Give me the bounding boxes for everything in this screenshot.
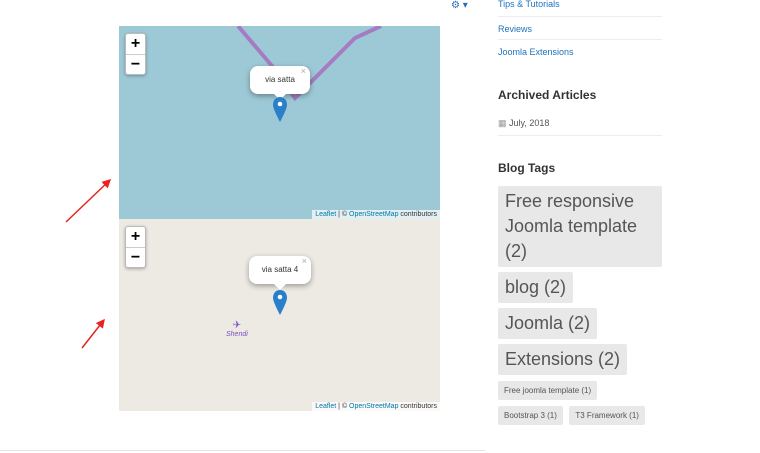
archive-item[interactable]: ▦ July, 2018 bbox=[498, 118, 662, 136]
close-icon[interactable]: × bbox=[302, 247, 307, 275]
category-list: Tips & Tutorials Reviews Joomla Extensio… bbox=[498, 0, 662, 63]
tag-link[interactable]: Bootstrap 3 (1) bbox=[498, 406, 563, 425]
map-marker-icon[interactable] bbox=[272, 289, 292, 317]
red-arrow-icon bbox=[65, 178, 112, 223]
blog-tags-heading: Blog Tags bbox=[498, 161, 556, 175]
leaflet-link[interactable]: Leaflet bbox=[315, 403, 336, 410]
category-link[interactable]: Tips & Tutorials bbox=[498, 0, 662, 17]
tag-link[interactable]: Extensions (2) bbox=[498, 344, 628, 375]
tag-link[interactable]: T3 Framework (1) bbox=[569, 406, 645, 425]
map-marker-icon[interactable] bbox=[272, 96, 292, 124]
category-link[interactable]: Reviews bbox=[498, 17, 662, 40]
map-1[interactable]: + − via satta × Leaflet | © OpenStreetMa… bbox=[119, 26, 440, 219]
category-link[interactable]: Joomla Extensions bbox=[498, 40, 662, 63]
popup-text: via satta 4 bbox=[261, 265, 299, 274]
tag-link[interactable]: Joomla (2) bbox=[498, 308, 598, 339]
tag-link[interactable]: blog (2) bbox=[498, 272, 574, 303]
marker-popup: via satta 4 × bbox=[249, 256, 311, 290]
zoom-in-button[interactable]: + bbox=[126, 227, 145, 247]
zoom-control: + − bbox=[125, 226, 146, 268]
settings-gear-dropdown[interactable]: ⚙ ▾ bbox=[451, 0, 468, 11]
map-2[interactable]: + − via satta 4 × ✈ Shendi Leaflet | © Op… bbox=[119, 219, 440, 411]
osm-link[interactable]: OpenStreetMap bbox=[349, 211, 398, 218]
close-icon[interactable]: × bbox=[301, 57, 306, 85]
calendar-icon: ▦ bbox=[498, 118, 507, 128]
airplane-icon: ✈ bbox=[232, 320, 242, 331]
airport-label: ✈ Shendi bbox=[226, 320, 248, 338]
archived-articles-heading: Archived Articles bbox=[498, 88, 597, 102]
map-attribution: Leaflet | © OpenStreetMap contributors bbox=[312, 210, 440, 219]
map-attribution: Leaflet | © OpenStreetMap contributors bbox=[312, 402, 440, 411]
zoom-in-button[interactable]: + bbox=[126, 34, 145, 54]
annotation-arrows bbox=[65, 178, 112, 349]
marker-popup: via satta × bbox=[250, 66, 310, 100]
zoom-control: + − bbox=[125, 33, 146, 75]
gear-icon: ⚙ bbox=[451, 0, 460, 11]
zoom-out-button[interactable]: − bbox=[126, 247, 145, 267]
leaflet-link[interactable]: Leaflet bbox=[315, 211, 336, 218]
popup-text: via satta bbox=[265, 75, 295, 84]
tag-link[interactable]: Free joomla template (1) bbox=[498, 381, 598, 400]
osm-link[interactable]: OpenStreetMap bbox=[349, 403, 398, 410]
divider bbox=[0, 450, 485, 451]
zoom-out-button[interactable]: − bbox=[126, 54, 145, 74]
tag-link[interactable]: Free responsive Joomla template (2) bbox=[498, 186, 662, 267]
red-arrow-icon bbox=[81, 318, 105, 349]
tag-cloud: Free responsive Joomla template (2) blog… bbox=[498, 186, 668, 430]
